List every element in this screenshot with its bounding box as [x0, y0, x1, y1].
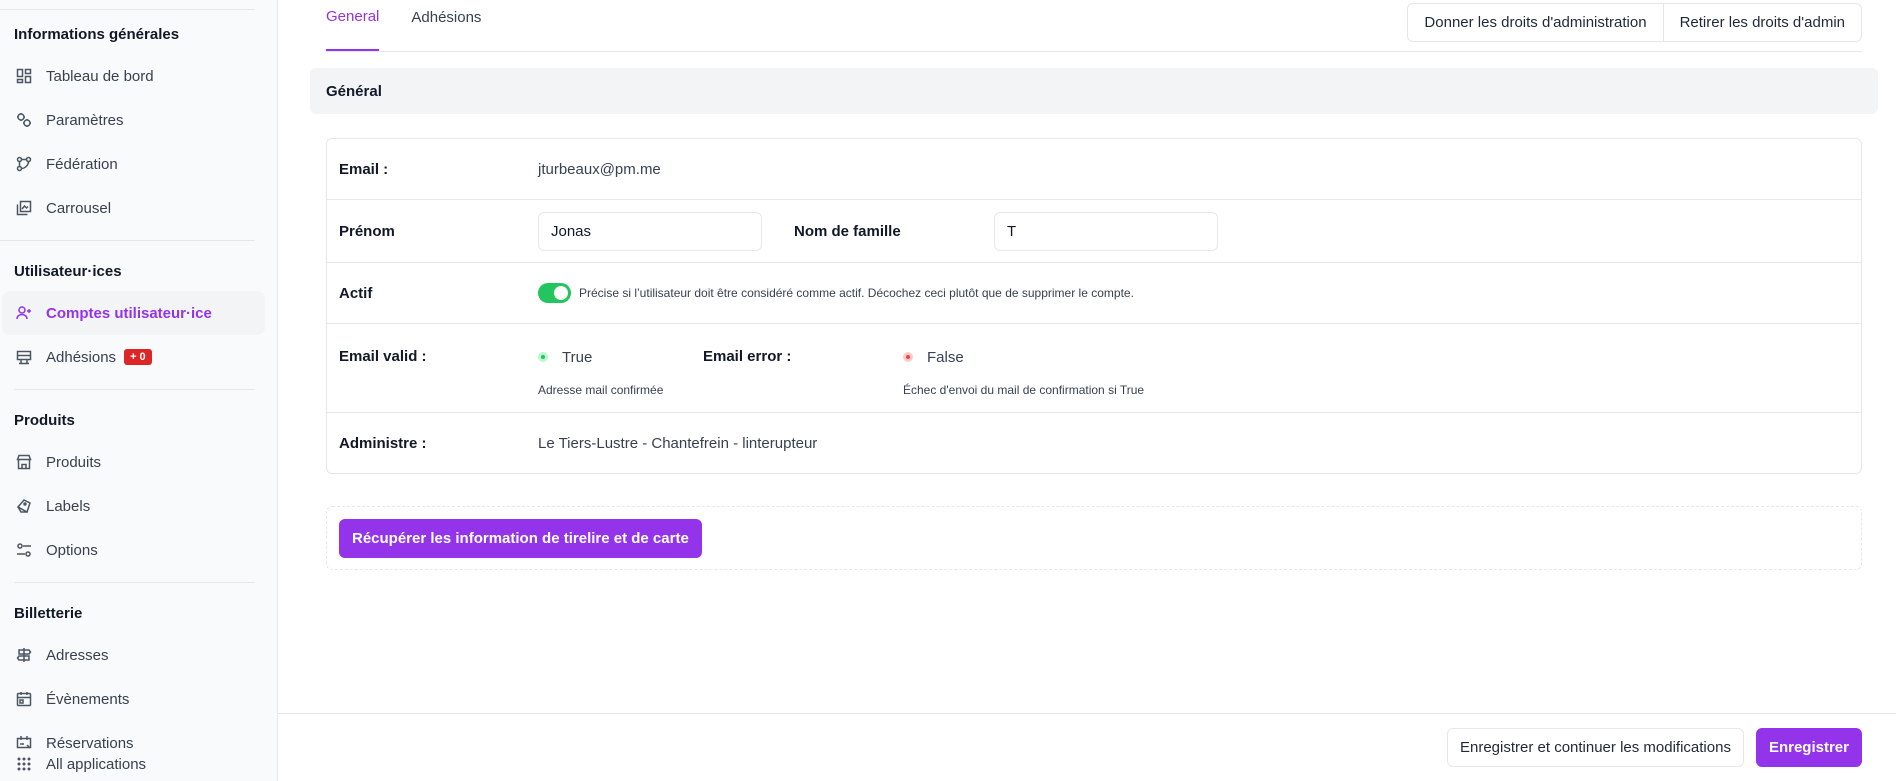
email-error-value: False	[927, 348, 964, 366]
sidebar: Informations générales Tableau de bord P…	[0, 0, 278, 781]
form-row-active: Actif Précise si l’utilisateur doit être…	[327, 263, 1861, 324]
sidebar-item-label: Tableau de bord	[46, 67, 154, 85]
carousel-icon	[16, 200, 32, 216]
sidebar-item-settings[interactable]: Paramètres	[2, 98, 265, 142]
last-name-label: Nom de famille	[794, 222, 901, 240]
sidebar-item-memberships[interactable]: Adhésions + 0	[2, 335, 265, 379]
sidebar-item-label: Carrousel	[46, 199, 112, 217]
active-help-text: Précise si l’utilisateur doit être consi…	[579, 286, 1134, 300]
store-icon	[16, 454, 32, 470]
first-name-input[interactable]: Jonas	[538, 211, 762, 251]
tab-memberships[interactable]: Adhésions	[411, 0, 481, 51]
app-root: Informations générales Tableau de bord P…	[0, 0, 1896, 781]
last-name-input[interactable]: T	[994, 211, 1218, 251]
sidebar-item-products[interactable]: Produits	[2, 440, 265, 484]
user-form: Email : jturbeaux@pm.me Prénom Jonas Nom…	[326, 138, 1862, 474]
sidebar-top-divider	[0, 9, 255, 10]
settings-icon	[16, 112, 32, 128]
sidebar-item-labels[interactable]: Labels	[2, 484, 265, 528]
sidebar-divider	[0, 240, 255, 241]
sidebar-item-addresses[interactable]: Adresses	[2, 633, 265, 677]
give-admin-rights-button[interactable]: Donner les droits d'administration	[1408, 4, 1662, 41]
all-applications-link[interactable]: All applications	[2, 749, 265, 779]
sidebar-item-label: Adhésions	[46, 348, 117, 366]
form-row-email-status: Email valid : True Adresse mail confirmé…	[327, 324, 1861, 413]
email-error-label: Email error :	[703, 348, 792, 365]
form-row-email: Email : jturbeaux@pm.me	[327, 139, 1861, 200]
sidebar-item-label: Comptes utilisateur·ice	[46, 304, 212, 322]
email-error-help: Échec d'envoi du mail de confirmation si…	[903, 383, 1145, 397]
first-name-label: Prénom	[339, 222, 395, 240]
sidebar-item-carousel[interactable]: Carrousel	[2, 186, 265, 230]
status-false-icon	[903, 352, 913, 362]
sidebar-heading-users: Utilisateur·ices	[14, 262, 122, 280]
form-row-name: Prénom Jonas Nom de famille T	[327, 200, 1861, 263]
signpost-icon	[16, 647, 32, 663]
sidebar-heading-ticketing: Billetterie	[14, 604, 83, 622]
action-card: Récupérer les information de tirelire et…	[326, 506, 1862, 570]
federation-icon	[16, 156, 32, 172]
sidebar-item-label: Options	[46, 541, 98, 559]
email-value: jturbeaux@pm.me	[538, 160, 661, 178]
sidebar-bottom: All applications	[0, 749, 277, 781]
tab-general[interactable]: General	[326, 0, 380, 51]
sidebar-item-dashboard[interactable]: Tableau de bord	[2, 54, 265, 98]
email-label: Email :	[339, 160, 389, 178]
sidebar-item-label: Fédération	[46, 155, 118, 173]
sidebar-item-federation[interactable]: Fédération	[2, 142, 265, 186]
main-content: General Adhésions Donner les droits d'ad…	[278, 0, 1896, 781]
sidebar-item-label: Adresses	[46, 646, 109, 664]
email-valid-help: Adresse mail confirmée	[538, 383, 664, 397]
save-and-continue-button[interactable]: Enregistrer et continuer les modificatio…	[1446, 728, 1744, 767]
sidebar-item-options[interactable]: Options	[2, 528, 265, 572]
sidebar-heading-products: Produits	[14, 411, 75, 429]
remove-admin-rights-button[interactable]: Retirer les droits d'admin	[1662, 4, 1861, 41]
active-label: Actif	[339, 284, 373, 302]
email-valid-value: True	[562, 348, 593, 366]
user-add-icon	[16, 305, 32, 321]
email-error-status: False	[903, 348, 1144, 366]
pending-count-badge: + 0	[124, 349, 152, 365]
all-applications-label: All applications	[46, 755, 147, 773]
sidebar-heading-general: Informations générales	[14, 25, 180, 43]
calendar-icon	[16, 691, 32, 707]
active-toggle[interactable]	[538, 283, 571, 303]
footer-bar: Enregistrer et continuer les modificatio…	[278, 713, 1896, 781]
save-button[interactable]: Enregistrer	[1755, 728, 1862, 767]
sidebar-item-label: Paramètres	[46, 111, 124, 129]
administers-value: Le Tiers-Lustre - Chantefrein - linterup…	[538, 434, 818, 452]
sidebar-item-events[interactable]: Évènements	[2, 677, 265, 721]
section-title: Général	[310, 68, 1878, 114]
tag-icon	[16, 498, 32, 514]
sidebar-divider	[14, 582, 255, 583]
sidebar-item-label: Produits	[46, 453, 102, 471]
sidebar-divider	[14, 389, 255, 390]
form-row-administers: Administre : Le Tiers-Lustre - Chantefre…	[327, 413, 1861, 473]
dashboard-icon	[16, 68, 32, 84]
sidebar-item-user-accounts[interactable]: Comptes utilisateur·ice	[2, 291, 265, 335]
email-valid-label: Email valid :	[339, 348, 427, 365]
status-true-icon	[538, 352, 548, 362]
fetch-wallet-card-info-button[interactable]: Récupérer les information de tirelire et…	[339, 518, 702, 558]
sidebar-item-label: Labels	[46, 497, 91, 515]
email-valid-status: True	[538, 348, 703, 366]
options-icon	[16, 542, 32, 558]
email-error-field: False Échec d'envoi du mail de confirmat…	[903, 348, 1144, 397]
administers-label: Administre :	[339, 434, 427, 452]
sidebar-item-label: Évènements	[46, 690, 130, 708]
membership-icon	[16, 349, 32, 365]
admin-actions-group: Donner les droits d'administration Retir…	[1407, 3, 1862, 42]
email-valid-field: True Adresse mail confirmée	[538, 348, 703, 397]
grid-icon	[16, 756, 32, 772]
